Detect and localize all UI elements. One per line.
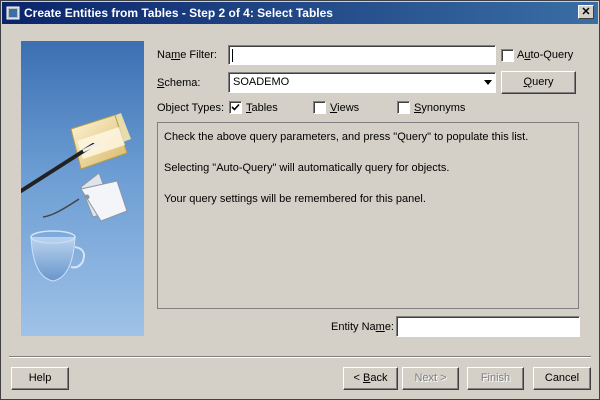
text-cursor <box>232 49 233 62</box>
message-line: Check the above query parameters, and pr… <box>164 131 529 143</box>
finish-button[interactable]: Finish <box>467 367 524 390</box>
views-checkbox[interactable] <box>313 101 326 114</box>
folder-pen-cup-icon <box>21 113 131 282</box>
wizard-banner-image <box>21 41 144 336</box>
next-button[interactable]: Next > <box>402 367 459 390</box>
app-icon <box>6 6 20 20</box>
message-line: Selecting "Auto-Query" will automaticall… <box>164 162 450 174</box>
title-bar[interactable]: Create Entities from Tables - Step 2 of … <box>2 2 598 24</box>
schema-select-value: SOADEMO <box>233 76 290 88</box>
schema-label: Schema: <box>157 77 201 89</box>
back-button[interactable]: < Back <box>343 367 398 390</box>
window-title: Create Entities from Tables - Step 2 of … <box>24 6 333 20</box>
query-button[interactable]: Query <box>501 71 576 94</box>
object-types-label: Object Types: <box>157 102 225 114</box>
cancel-button[interactable]: Cancel <box>533 367 591 390</box>
results-list-panel[interactable]: Check the above query parameters, and pr… <box>157 122 579 309</box>
close-button[interactable]: ✕ <box>578 5 594 19</box>
close-icon: ✕ <box>581 6 591 18</box>
chevron-down-icon[interactable] <box>484 80 492 85</box>
views-label: Views <box>330 102 360 114</box>
checkmark-icon <box>231 103 240 111</box>
tables-checkbox[interactable] <box>229 101 242 114</box>
entity-name-label: Entity Name: <box>331 321 394 333</box>
name-filter-label: Name Filter: <box>157 49 217 61</box>
name-filter-input[interactable] <box>228 45 496 65</box>
auto-query-label: Auto-Query <box>517 49 574 61</box>
help-button[interactable]: Help <box>11 367 69 390</box>
message-line: Your query settings will be remembered f… <box>164 193 426 205</box>
tables-label: Tables <box>246 102 278 114</box>
dialog-window: Create Entities from Tables - Step 2 of … <box>0 0 600 400</box>
synonyms-checkbox[interactable] <box>397 101 410 114</box>
schema-select[interactable]: SOADEMO <box>228 72 496 93</box>
entity-name-input[interactable] <box>396 316 580 337</box>
button-separator <box>9 356 591 358</box>
auto-query-checkbox[interactable] <box>501 49 514 62</box>
synonyms-label: Synonyms <box>414 102 466 114</box>
